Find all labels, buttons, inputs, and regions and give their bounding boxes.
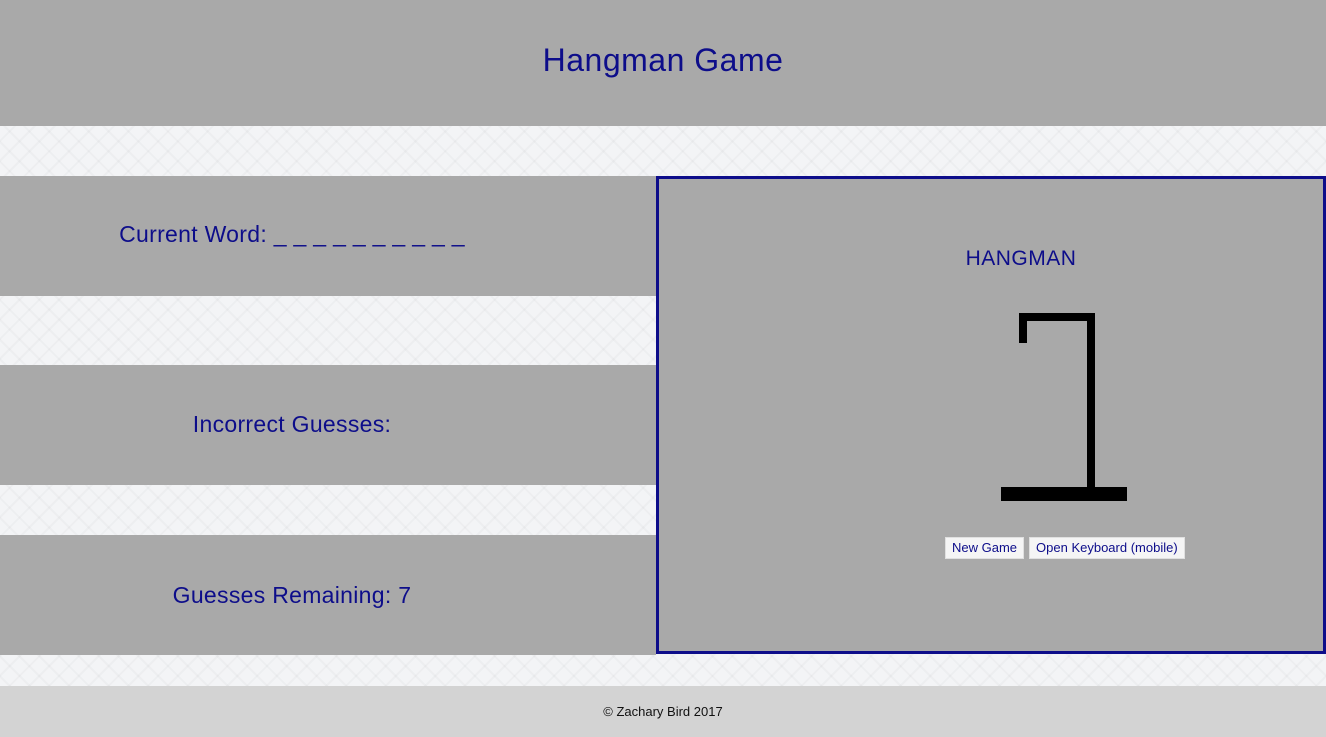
guesses-remaining-value: 7	[398, 581, 412, 608]
current-word-text: Current Word: _ _ _ _ _ _ _ _ _ _	[119, 221, 465, 248]
gallows-rope	[1019, 313, 1027, 343]
current-word-panel: Current Word: _ _ _ _ _ _ _ _ _ _	[0, 176, 656, 296]
gallows-beam	[1019, 313, 1095, 321]
incorrect-guesses-label: Incorrect Guesses:	[192, 410, 392, 437]
gallows-base	[1001, 487, 1127, 501]
page-title: Hangman Game	[542, 41, 784, 78]
game-title: HANGMAN	[965, 247, 1077, 270]
new-game-button[interactable]: New Game	[945, 537, 1025, 559]
guesses-remaining-text: Guesses Remaining: 7	[173, 582, 412, 609]
gallows-post	[1087, 313, 1095, 493]
incorrect-guesses-text: Incorrect Guesses:	[193, 411, 391, 438]
game-board: HANGMAN New Game Open Keyboard (mobile)	[656, 176, 1326, 654]
gallows-drawing	[1001, 313, 1127, 501]
game-buttons: New Game Open Keyboard (mobile)	[945, 537, 1185, 559]
open-keyboard-button[interactable]: Open Keyboard (mobile)	[1029, 537, 1185, 559]
page-header: Hangman Game	[0, 0, 1326, 126]
page-footer: © Zachary Bird 2017	[0, 686, 1326, 737]
guesses-remaining-panel: Guesses Remaining: 7	[0, 535, 656, 655]
footer-copyright: © Zachary Bird 2017	[603, 704, 723, 719]
guesses-remaining-label: Guesses Remaining:	[172, 581, 392, 608]
incorrect-guesses-panel: Incorrect Guesses:	[0, 365, 656, 485]
current-word-value: _ _ _ _ _ _ _ _ _ _	[273, 220, 465, 247]
current-word-label: Current Word:	[119, 220, 268, 247]
